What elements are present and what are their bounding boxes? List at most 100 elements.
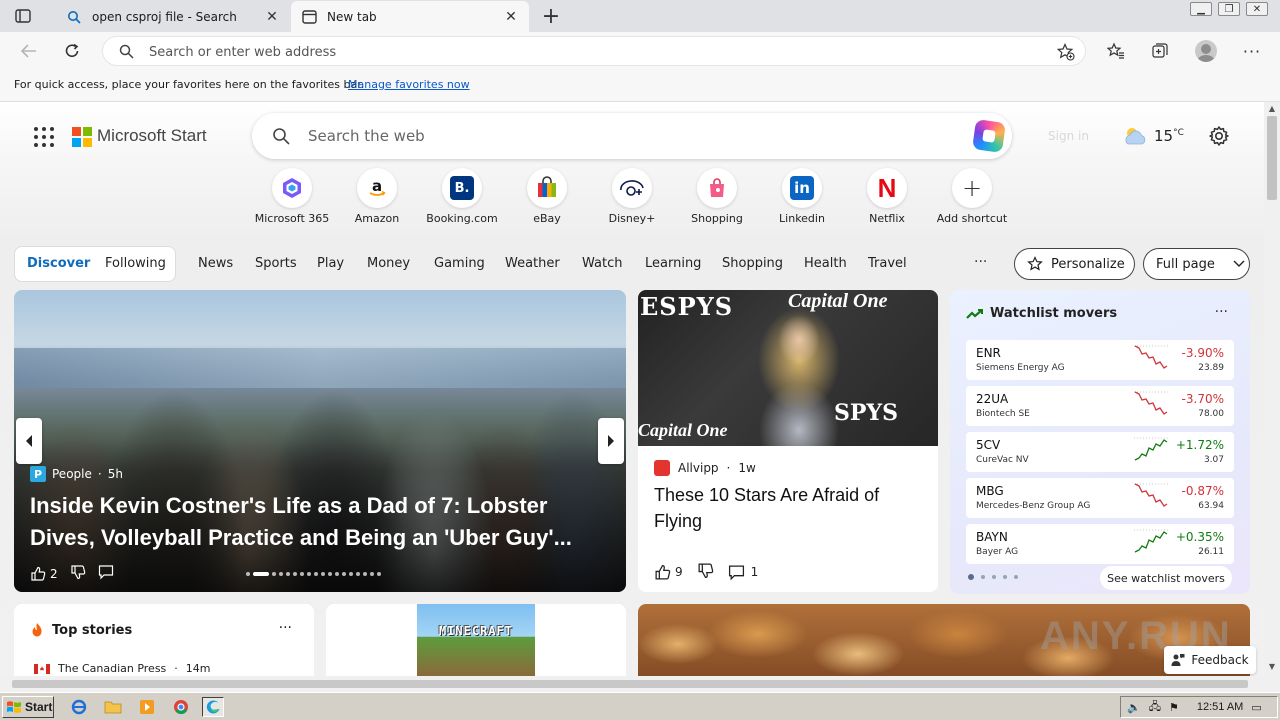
comment-icon [98,565,113,580]
carousel-next-button[interactable] [598,418,624,464]
new-tab-button[interactable]: + [538,4,564,29]
category-learning[interactable]: Learning [645,256,701,271]
sign-in-link[interactable]: Sign in [1048,129,1089,143]
profile-avatar[interactable] [1195,40,1217,62]
top-story-source[interactable]: The Canadian Press · 14m [34,662,211,675]
shortcut-disney-plus[interactable]: Disney+ [590,168,674,225]
carousel-prev-button[interactable] [16,418,42,464]
restore-button[interactable]: ❐ [1218,2,1240,16]
shortcut-linkedin[interactable]: in Linkedin [760,168,844,225]
close-icon[interactable]: ✕ [503,9,519,25]
tab-actions-button[interactable] [12,6,34,26]
chrome-taskbar-icon[interactable] [170,697,192,717]
scroll-down-icon[interactable]: ▼ [1267,662,1277,672]
shortcut-amazon[interactable]: a Amazon [335,168,419,225]
feedback-button[interactable]: Feedback [1164,646,1256,674]
more-options-button[interactable]: ··· [279,620,292,636]
top-stories-card[interactable]: Top stories ··· The Canadian Press · 14m [14,604,314,676]
shortcut-netflix[interactable]: N Netflix [845,168,929,225]
collections-button[interactable] [1149,40,1171,62]
stock-row[interactable]: MBG Mercedes-Benz Group AG -0.87% 63.94 [966,478,1234,518]
edge-taskbar-icon[interactable] [202,697,224,717]
copilot-icon[interactable] [972,119,1006,153]
vertical-scrollbar[interactable]: ▲ ▼ [1264,102,1280,676]
volume-icon[interactable]: 🔈 [1127,701,1141,714]
refresh-button[interactable] [59,39,85,63]
article-title[interactable]: These 10 Stars Are Afraid of Flying [654,482,924,534]
hero-source[interactable]: P People · 5h [30,466,123,482]
address-bar[interactable] [102,36,1086,66]
manage-favorites-link[interactable]: Manage favorites now [348,78,470,91]
web-search-box[interactable] [252,113,1012,159]
see-watchlist-movers-button[interactable]: See watchlist movers [1100,566,1232,590]
address-input[interactable] [149,42,1029,62]
horizontal-scrollbar[interactable] [0,676,1264,692]
category-gaming[interactable]: Gaming [434,256,485,271]
favorites-button[interactable] [1105,40,1127,62]
like-button[interactable]: 2 [30,566,58,582]
minimize-button[interactable]: ▁ [1190,2,1212,16]
watchlist-header[interactable]: Watchlist movers [966,306,1117,321]
category-news[interactable]: News [198,256,233,271]
category-watch[interactable]: Watch [582,256,622,271]
brand-name[interactable]: Microsoft Start [97,126,207,146]
category-play[interactable]: Play [317,256,344,271]
dislike-button[interactable] [70,564,86,583]
more-options-button[interactable]: ··· [1215,304,1228,320]
stock-row[interactable]: 22UA Biontech SE -3.70% 78.00 [966,386,1234,426]
scrollbar-thumb[interactable] [1267,116,1277,200]
back-button[interactable] [16,39,42,63]
stock-row[interactable]: BAYN Bayer AG +0.35% 26.11 [966,524,1234,564]
web-search-input[interactable] [308,126,948,146]
category-health[interactable]: Health [804,256,847,271]
more-categories-button[interactable]: ··· [974,254,987,270]
close-icon[interactable]: ✕ [264,9,280,25]
watchlist-pager[interactable] [968,574,1018,580]
start-button[interactable]: Start [2,696,54,718]
comment-button[interactable]: 1 [728,564,758,581]
ie-taskbar-icon[interactable] [68,697,90,717]
media-player-taskbar-icon[interactable] [136,697,158,717]
tab-search[interactable]: open csproj file - Search ✕ [56,1,290,32]
category-travel[interactable]: Travel [868,256,907,271]
clock[interactable]: 12:51 AM [1197,701,1243,713]
category-sports[interactable]: Sports [255,256,297,271]
tab-new-tab[interactable]: New tab ✕ [291,1,529,32]
add-shortcut-button[interactable]: + Add shortcut [930,168,1014,225]
network-icon[interactable]: 🖧 [1149,698,1161,717]
close-window-button[interactable]: ✕ [1246,2,1268,16]
action-center-flag-icon[interactable]: ⚑ [1169,701,1179,714]
show-desktop-icon[interactable]: ▭ [1251,701,1261,714]
hero-carousel[interactable]: P People · 5h Inside Kevin Costner's Lif… [14,290,626,592]
app-launcher-icon[interactable] [34,127,54,147]
category-shopping[interactable]: Shopping [722,256,783,271]
dislike-button[interactable] [697,562,714,582]
shortcut-shopping[interactable]: Shopping [675,168,759,225]
category-weather[interactable]: Weather [505,256,560,271]
weather-widget[interactable]: 15°C [1122,125,1184,147]
shortcut-microsoft-365[interactable]: Microsoft 365 [250,168,334,225]
hero-headline[interactable]: Inside Kevin Costner's Life as a Dad of … [30,490,610,554]
like-button[interactable]: 9 [654,564,683,581]
stock-row[interactable]: ENR Siemens Energy AG -3.90% 23.89 [966,340,1234,380]
minecraft-card[interactable]: MINECRAFT [326,604,626,676]
stock-change: -3.90% [1181,346,1224,360]
stock-row[interactable]: 5CV CureVac NV +1.72% 3.07 [966,432,1234,472]
scroll-up-icon[interactable]: ▲ [1267,104,1277,114]
tab-following[interactable]: Following [105,256,166,271]
settings-more-button[interactable]: ··· [1241,40,1263,62]
folder-taskbar-icon[interactable] [102,697,124,717]
layout-dropdown[interactable]: Full page [1143,248,1250,280]
comment-button[interactable] [98,564,114,583]
scrollbar-thumb[interactable] [12,680,1248,688]
article-source[interactable]: Allvipp · 1w [654,460,756,476]
tab-discover[interactable]: Discover [27,256,90,271]
page-settings-button[interactable] [1208,125,1230,151]
add-favorite-star-icon[interactable] [1056,43,1075,65]
shortcut-ebay[interactable]: eBay [505,168,589,225]
thumbs-down-icon [698,563,713,579]
category-money[interactable]: Money [367,256,410,271]
shortcut-booking[interactable]: B. Booking.com [420,168,504,225]
personalize-button[interactable]: Personalize [1014,248,1135,280]
article-card[interactable]: ESPYS Capital One Capital One SPYS Allvi… [638,290,938,592]
